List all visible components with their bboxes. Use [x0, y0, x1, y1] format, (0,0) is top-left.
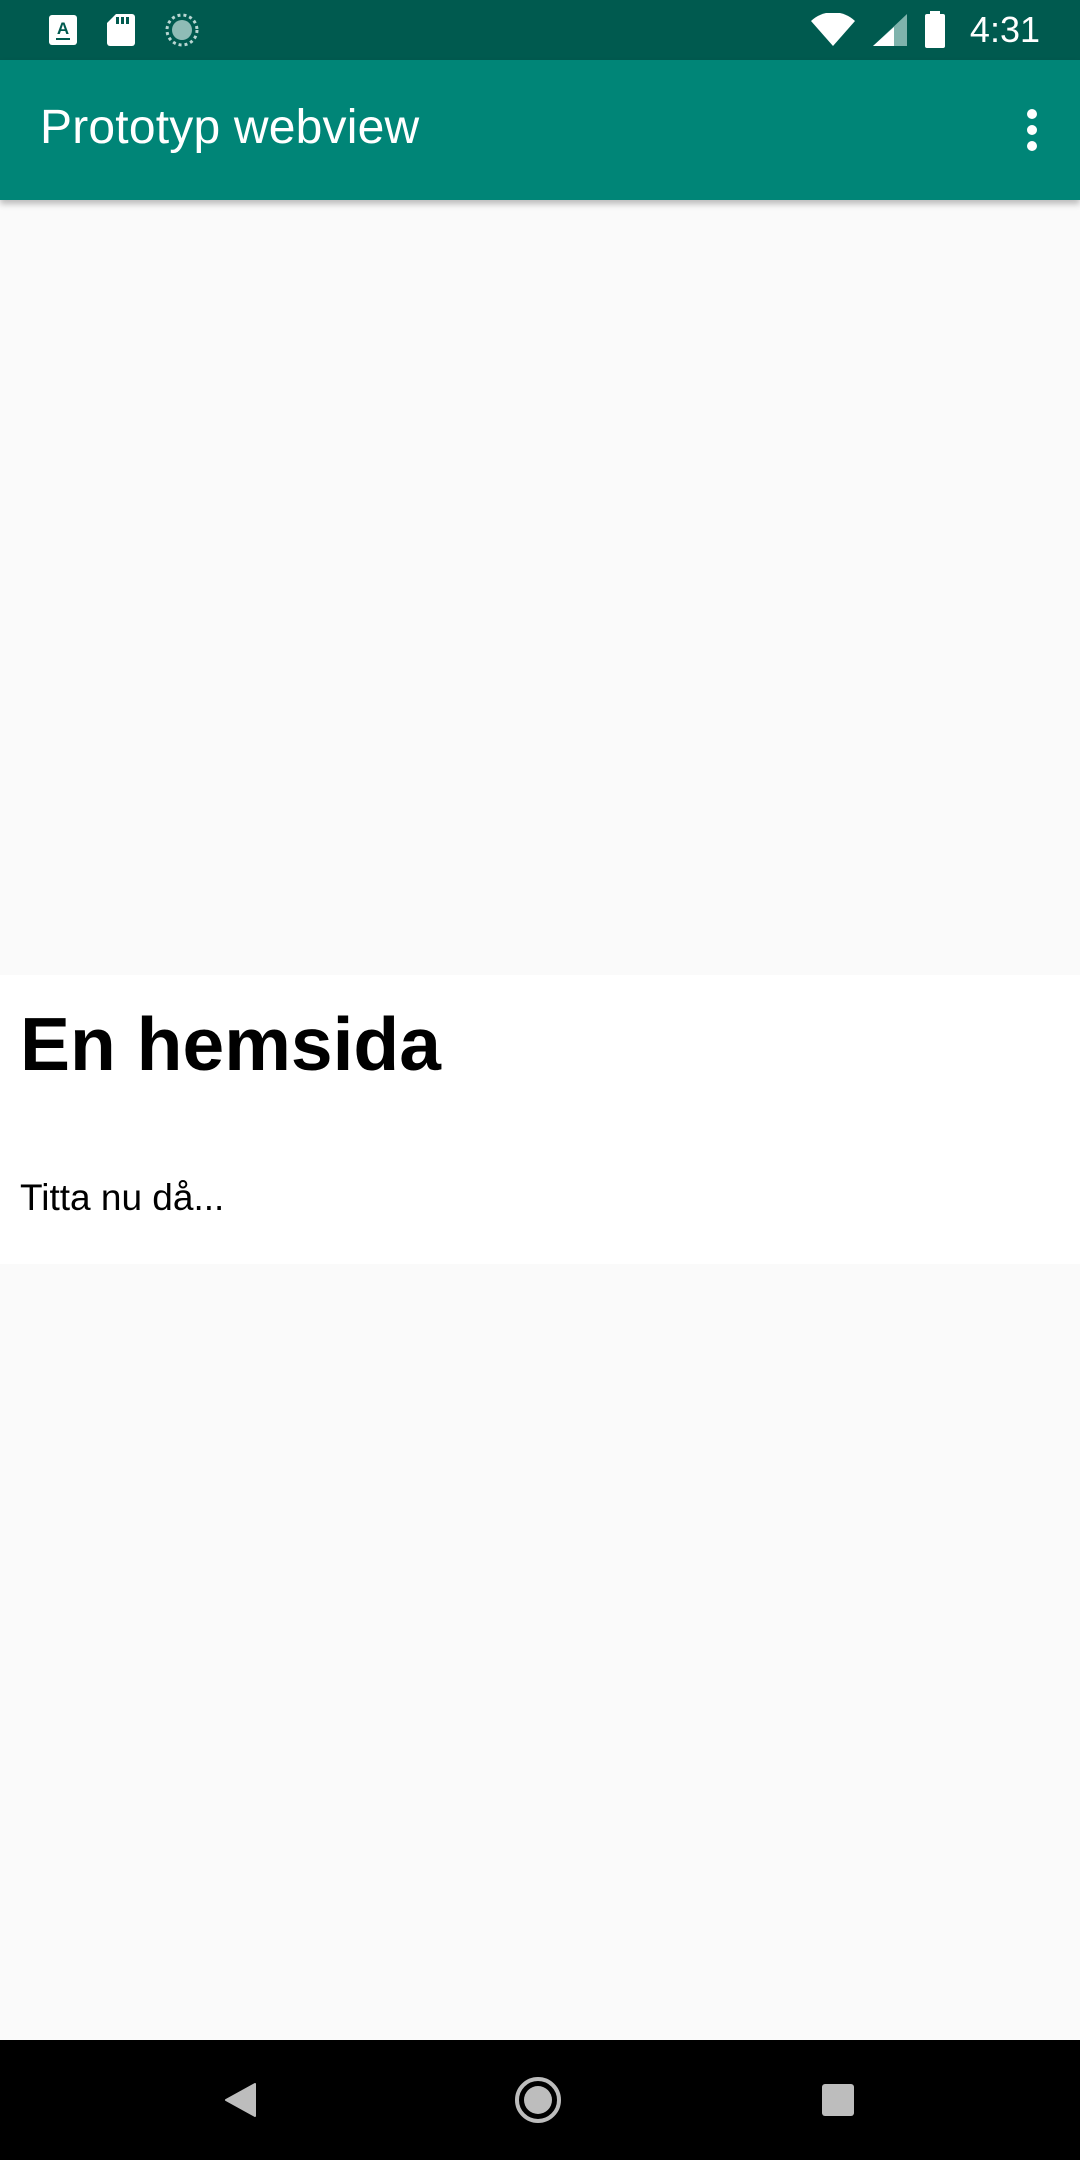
status-right-icons: 4:31: [810, 0, 1040, 60]
web-heading: En hemsida: [20, 1002, 441, 1086]
svg-text:A: A: [57, 19, 69, 38]
sync-spinner-icon: [164, 12, 200, 48]
back-icon[interactable]: [208, 2068, 272, 2132]
recents-icon[interactable]: [806, 2068, 870, 2132]
status-time: 4:31: [969, 9, 1040, 50]
sd-card-icon: [106, 13, 136, 47]
status-bar: A 4:31: [0, 0, 1080, 60]
status-left-icons: A: [48, 10, 200, 50]
navigation-bar: [0, 2040, 1080, 2160]
cell-signal-icon: [872, 13, 908, 47]
battery-icon: [924, 11, 946, 49]
web-page-body: En hemsida Titta nu då...: [0, 975, 1080, 1264]
more-vert-icon[interactable]: [1020, 106, 1044, 154]
app-bar: Prototyp webview: [0, 60, 1080, 200]
a-text-icon: A: [48, 14, 78, 46]
wifi-icon: [810, 13, 856, 47]
screen: A 4:31 Prototyp webview En hemsida Titta…: [0, 0, 1080, 2160]
web-paragraph: Titta nu då...: [20, 1177, 225, 1218]
home-icon[interactable]: [506, 2068, 570, 2132]
app-title: Prototyp webview: [40, 101, 420, 154]
